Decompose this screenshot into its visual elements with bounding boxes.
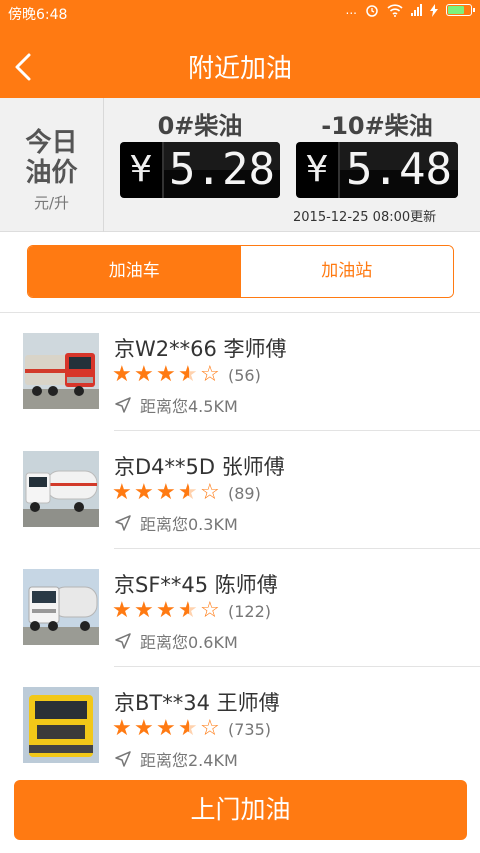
tab-fuel-truck[interactable]: 加油车	[28, 246, 241, 297]
distance-text: 距离您4.5KM	[140, 397, 238, 416]
star-half-icon: ★	[178, 717, 200, 741]
diesel-neg10-board: ¥ 5.48	[296, 142, 458, 198]
distance-text: 距离您0.6KM	[140, 633, 238, 652]
star-icon: ★	[112, 716, 132, 741]
star-icon: ★	[134, 480, 154, 505]
page-title: 附近加油	[187, 54, 292, 84]
price-unit: 元/升	[33, 194, 70, 212]
nearby-truck-list: 京W2**66 李师傅 ★ ★ ★ ★ ☆ (56) 距离您4.5KM 京D4**5D …	[0, 312, 480, 785]
distance-text: 距离您2.4KM	[140, 751, 238, 770]
signal-icon	[411, 4, 422, 16]
driver-name: 京SF**45 陈师傅	[114, 573, 278, 597]
app-header: 傍晚6:48 ... 附近加油	[0, 0, 480, 98]
list-item[interactable]: 京D4**5D 张师傅 ★ ★ ★ ★ ☆ (89) 距离您0.3KM	[0, 431, 480, 549]
currency-symbol: ¥	[120, 142, 164, 198]
review-count: (89)	[228, 483, 261, 503]
star-half-icon: ★	[178, 363, 200, 387]
star-rating: ★ ★ ★ ★ ☆ (89)	[112, 481, 261, 505]
diesel-neg10-price: -10#柴油 ¥ 5.48	[296, 106, 458, 198]
wifi-icon	[387, 3, 403, 17]
star-empty-icon: ☆	[200, 362, 220, 387]
on-site-refuel-button[interactable]: 上门加油	[14, 780, 467, 840]
list-item[interactable]: 京SF**45 陈师傅 ★ ★ ★ ★ ☆ (122) 距离您0.6KM	[0, 549, 480, 667]
oil-price-panel: 今日 油价 元/升 0#柴油 ¥ 5.28 -10#柴油 ¥ 5.48 2015…	[0, 98, 480, 232]
driver-name: 京BT**34 王师傅	[114, 691, 280, 715]
truck-photo	[23, 451, 99, 527]
star-icon: ★	[134, 598, 154, 623]
driver-name: 京W2**66 李师傅	[114, 337, 287, 361]
list-item[interactable]: 京BT**34 王师傅 ★ ★ ★ ★ ☆ (735) 距离您2.4KM	[0, 667, 480, 785]
star-rating: ★ ★ ★ ★ ☆ (56)	[112, 363, 261, 387]
battery-icon	[446, 4, 475, 16]
today-label-line1: 今日	[25, 128, 78, 158]
tab-gas-station[interactable]: 加油站	[240, 246, 453, 297]
diesel-0-value: 5.28	[164, 142, 280, 198]
star-half-icon: ★	[178, 599, 200, 623]
distance: 距离您0.6KM	[114, 629, 238, 653]
diesel-0-label: 0#柴油	[157, 112, 243, 140]
status-time: 傍晚6:48	[8, 7, 68, 23]
diesel-0-board: ¥ 5.28	[120, 142, 280, 198]
location-arrow-icon	[115, 751, 131, 767]
distance: 距离您2.4KM	[114, 747, 238, 771]
today-label-line2: 油价	[25, 158, 78, 188]
distance: 距离您4.5KM	[114, 393, 238, 417]
location-arrow-icon	[115, 633, 131, 649]
star-icon: ★	[112, 598, 132, 623]
star-empty-icon: ☆	[200, 598, 220, 623]
star-icon: ★	[134, 716, 154, 741]
star-empty-icon: ☆	[200, 716, 220, 741]
charging-icon	[430, 3, 438, 17]
driver-name: 京D4**5D 张师傅	[114, 455, 285, 479]
diesel-neg10-value: 5.48	[340, 142, 458, 198]
diesel-neg10-label: -10#柴油	[321, 112, 433, 140]
star-icon: ★	[134, 362, 154, 387]
star-icon: ★	[156, 480, 176, 505]
star-icon: ★	[112, 480, 132, 505]
star-rating: ★ ★ ★ ★ ☆ (735)	[112, 717, 271, 741]
more-dots-icon: ...	[345, 3, 357, 17]
star-icon: ★	[112, 362, 132, 387]
diesel-0-price: 0#柴油 ¥ 5.28	[120, 106, 280, 198]
list-item[interactable]: 京W2**66 李师傅 ★ ★ ★ ★ ☆ (56) 距离您4.5KM	[0, 313, 480, 431]
truck-photo	[23, 687, 99, 763]
today-price-label: 今日 油价 元/升	[0, 98, 104, 232]
status-bar: 傍晚6:48 ...	[0, 0, 480, 26]
price-updated-time: 2015-12-25 08:00更新	[293, 210, 437, 225]
tab-bar: 加油车 加油站	[27, 245, 454, 298]
distance: 距离您0.3KM	[114, 511, 238, 535]
star-rating: ★ ★ ★ ★ ☆ (122)	[112, 599, 271, 623]
star-empty-icon: ☆	[200, 480, 220, 505]
star-icon: ★	[156, 598, 176, 623]
location-arrow-icon	[115, 515, 131, 531]
distance-text: 距离您0.3KM	[140, 515, 238, 534]
review-count: (56)	[228, 365, 261, 385]
currency-symbol: ¥	[296, 142, 340, 198]
alarm-icon	[366, 5, 378, 17]
truck-photo	[23, 333, 99, 409]
truck-photo	[23, 569, 99, 645]
review-count: (735)	[228, 719, 272, 739]
star-icon: ★	[156, 716, 176, 741]
star-half-icon: ★	[178, 481, 200, 505]
location-arrow-icon	[115, 397, 131, 413]
review-count: (122)	[228, 601, 272, 621]
status-icons: ...	[345, 3, 475, 17]
star-icon: ★	[156, 362, 176, 387]
